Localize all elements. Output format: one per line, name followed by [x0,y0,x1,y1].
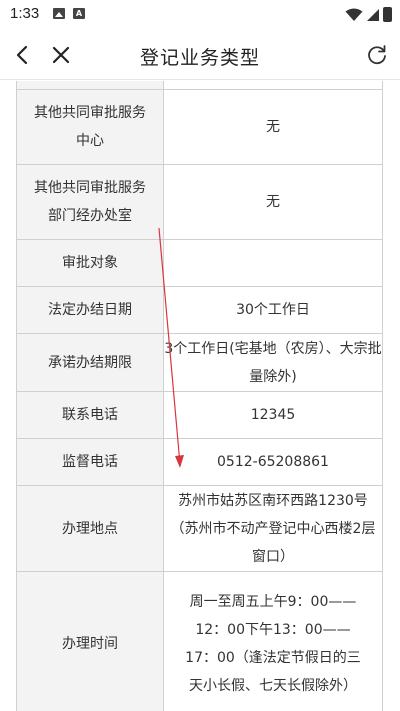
table-row: 承诺办结期限 3个工作日(宅基地（农房）、大宗批量除外) [16,333,383,392]
row-label: 审批对象 [16,239,164,287]
row-value: 无 [163,89,383,165]
signal-icon [367,8,379,21]
table-row: 联系电话 12345 [16,391,383,439]
photo-icon [53,8,65,19]
table-row: 其他共同审批服务中心 无 [16,89,383,165]
info-table: 其他共同审批服务中心 无 其他共同审批服务部门经办处室 无 审批对象 法定办结日… [16,81,383,711]
row-label: 监督电话 [16,438,164,486]
status-bar: 1:33 A [0,0,400,30]
row-value: 周一至周五上午9：00——12：00下午13：00——17：00（逢法定节假日的… [163,571,383,711]
row-label: 其他共同审批服务部门经办处室 [16,164,164,240]
row-label: 法定办结日期 [16,286,164,334]
table-row: 法定办结日期 30个工作日 [16,286,383,334]
row-value [163,239,383,287]
row-label: 联系电话 [16,391,164,439]
refresh-icon[interactable] [364,42,390,68]
table-row [16,81,383,90]
page-title: 登记业务类型 [139,47,260,69]
content-area[interactable]: 其他共同审批服务中心 无 其他共同审批服务部门经办处室 无 审批对象 法定办结日… [0,81,400,711]
table-row: 其他共同审批服务部门经办处室 无 [16,164,383,240]
table-row: 办理地点 苏州市姑苏区南环西路1230号（苏州市不动产登记中心西楼2层窗口） [16,485,383,572]
wifi-icon [345,8,363,21]
row-value: 12345 [163,391,383,439]
row-label [16,81,164,90]
row-value: 苏州市姑苏区南环西路1230号（苏州市不动产登记中心西楼2层窗口） [163,485,383,572]
row-label: 办理地点 [16,485,164,572]
a-icon: A [73,8,85,19]
table-row: 审批对象 [16,239,383,287]
battery-icon [383,7,392,22]
status-time: 1:33 [10,5,40,22]
row-value: 3个工作日(宅基地（农房）、大宗批量除外) [163,333,383,392]
row-label: 其他共同审批服务中心 [16,89,164,165]
row-value: 30个工作日 [163,286,383,334]
row-label: 办理时间 [16,571,164,711]
row-value [163,81,383,90]
row-value: 无 [163,164,383,240]
status-icons [345,7,392,22]
nav-bar: 登记业务类型 [0,30,400,80]
table-row: 办理时间 周一至周五上午9：00——12：00下午13：00——17：00（逢法… [16,571,383,711]
row-label: 承诺办结期限 [16,333,164,392]
row-value: 0512-65208861 [163,438,383,486]
table-row: 监督电话 0512-65208861 [16,438,383,486]
